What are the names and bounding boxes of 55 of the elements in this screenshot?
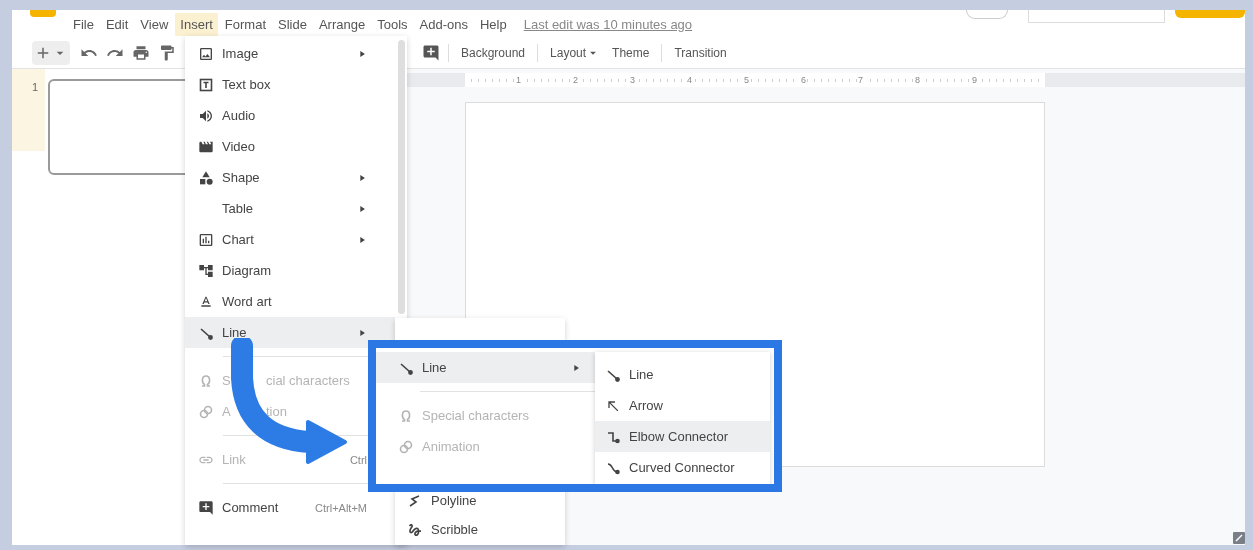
- caret-right-icon: [357, 327, 367, 338]
- menu-item[interactable]: Video: [185, 131, 395, 162]
- menu-item[interactable]: Diagram: [185, 255, 395, 286]
- menu-item[interactable]: Line: [376, 352, 595, 383]
- menu-title[interactable]: Insert: [175, 12, 218, 36]
- menu-item[interactable]: Elbow Connector: [595, 421, 770, 452]
- menu-title[interactable]: Help: [474, 12, 512, 36]
- menu-title[interactable]: Edit: [100, 12, 134, 36]
- menu-item[interactable]: Shape: [185, 162, 395, 193]
- circles-icon: [198, 403, 214, 420]
- menu-title[interactable]: Format: [219, 12, 271, 36]
- menu-item[interactable]: Scribble: [395, 515, 565, 544]
- comment-icon: [198, 499, 214, 516]
- menu-item[interactable]: Chart: [185, 224, 395, 255]
- menu-title[interactable]: View: [135, 12, 174, 36]
- menu-title[interactable]: File: [68, 12, 99, 36]
- toolbar-button[interactable]: Theme: [606, 42, 656, 64]
- menu-item[interactable]: Table: [185, 193, 395, 224]
- scribble-icon: [407, 521, 423, 538]
- last-edit-link[interactable]: Last edit was 10 minutes ago: [523, 16, 693, 32]
- scrollbar[interactable]: [398, 40, 405, 314]
- menu-item[interactable]: Curved Connector: [595, 452, 770, 483]
- diagram-icon: [198, 262, 214, 279]
- menu-item[interactable]: Text box: [185, 69, 395, 100]
- speaker-icon: [198, 107, 214, 124]
- square-icon[interactable]: [1233, 532, 1245, 544]
- shapes-icon: [198, 169, 214, 186]
- caret-right-icon: [357, 48, 367, 59]
- toolbar-button[interactable]: Background: [455, 42, 532, 64]
- menu-item[interactable]: Line: [185, 317, 395, 348]
- menu-item[interactable]: Word art: [185, 286, 395, 317]
- menu-item[interactable]: Arrow: [595, 390, 770, 421]
- header-button[interactable]: [1175, 10, 1245, 18]
- caret-right-icon: [571, 362, 581, 373]
- image-icon: [198, 45, 214, 62]
- circles-icon: [398, 438, 414, 455]
- toolbar-button[interactable]: Layout: [544, 42, 607, 64]
- caret-right-icon: [357, 203, 367, 214]
- header-field[interactable]: [1028, 10, 1165, 23]
- new-slide-button[interactable]: [32, 41, 70, 65]
- menu-item[interactable]: Line: [595, 359, 770, 390]
- caret-right-icon: [357, 172, 367, 183]
- caret-right-icon: [357, 234, 367, 245]
- toolbar-button[interactable]: Transition: [668, 42, 733, 64]
- chart-icon: [198, 231, 214, 248]
- menu-title[interactable]: Tools: [372, 12, 413, 36]
- menu-item[interactable]: Image: [185, 38, 395, 69]
- menu-item[interactable]: Audio: [185, 100, 395, 131]
- menu-title[interactable]: Arrange: [313, 12, 371, 36]
- slide-number: 1: [12, 69, 45, 151]
- menu-title[interactable]: Add-ons: [414, 12, 473, 36]
- menu-title[interactable]: Slide: [273, 12, 312, 36]
- menu-item[interactable]: Comment Ctrl+Alt+M: [185, 492, 395, 523]
- ruler: 1 2 3 4 5 6 7 8 9: [465, 73, 1045, 87]
- text-box-icon: [198, 76, 214, 93]
